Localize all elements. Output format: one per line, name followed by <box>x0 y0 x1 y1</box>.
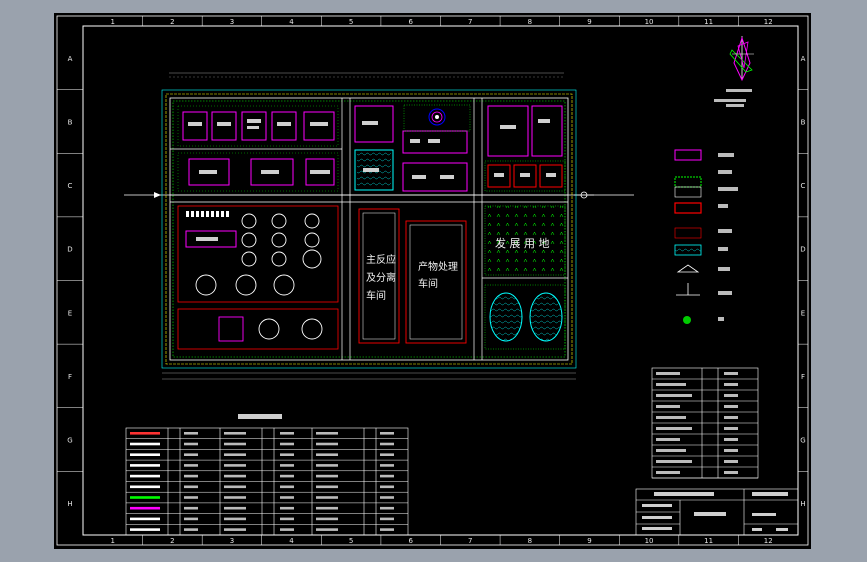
grid-col-top-3: 3 <box>230 18 234 26</box>
reactor-building-label-1: 主反应 <box>366 253 396 266</box>
grid-column-labels-top: 1 2 3 4 5 6 7 8 9 10 11 12 <box>111 16 773 26</box>
inner-border <box>82 25 799 536</box>
building-list-rows <box>126 432 408 531</box>
site-plan-drawing: 1 2 3 4 5 6 7 8 9 10 11 12 1 2 3 4 5 6 7 8 9 10 11 12 ABCDEFGH… <box>56 15 809 546</box>
grid-row-right-A: A <box>801 55 806 63</box>
building-list-title <box>238 414 282 419</box>
grid-row-right-B: B <box>801 118 806 126</box>
grid-col-top-6: 6 <box>408 18 413 26</box>
grid-col-bottom-8: 8 <box>528 537 532 545</box>
tree-icon <box>683 316 691 324</box>
grid-column-labels-bottom: 1 2 3 4 5 6 7 8 9 10 11 12 <box>111 535 773 545</box>
development-land-label: 发 展 用 地 <box>495 236 550 250</box>
grid-row-left-F: F <box>68 373 72 381</box>
pond-right <box>529 292 563 342</box>
grid-col-bottom-2: 2 <box>170 537 174 545</box>
entrance-icon <box>676 264 700 273</box>
grid-row-right-G: G <box>800 437 805 445</box>
compass-icon <box>729 36 754 82</box>
grid-row-labels-right: A B C D E F G H <box>798 55 808 508</box>
grid-row-left-E: E <box>68 309 72 317</box>
grid-col-top-11: 11 <box>704 18 713 26</box>
index-table-rows <box>652 372 758 479</box>
grid-col-top-4: 4 <box>289 18 294 26</box>
grid-col-bottom-5: 5 <box>349 537 353 545</box>
grid-row-left-C: C <box>68 182 73 190</box>
grid-row-right-F: F <box>801 373 805 381</box>
grid-row-left-D: D <box>67 246 72 254</box>
product-building-label-1: 产物处理 <box>418 260 458 273</box>
grid-row-labels-left: A B C D E F G H <box>57 55 83 508</box>
grid-row-left-B: B <box>68 118 73 126</box>
grid-row-right-C: C <box>801 182 806 190</box>
grid-col-bottom-3: 3 <box>230 537 234 545</box>
grid-row-left-A: A <box>68 55 73 63</box>
grid-col-bottom-6: 6 <box>408 537 413 545</box>
reactor-building-label-2: 及分离 <box>366 271 396 284</box>
fountain-garden <box>403 104 471 132</box>
grid-col-bottom-4: 4 <box>289 537 294 545</box>
grid-col-bottom-9: 9 <box>587 537 591 545</box>
grid-row-right-D: D <box>800 246 805 254</box>
grid-col-top-9: 9 <box>587 18 591 26</box>
tanks-lower <box>218 316 323 342</box>
tanks-upper <box>195 213 322 296</box>
grid-col-top-10: 10 <box>645 18 654 26</box>
grid-col-bottom-11: 11 <box>704 537 713 545</box>
grid-col-bottom-1: 1 <box>111 537 115 545</box>
grid-col-top-7: 7 <box>468 18 472 26</box>
grid-col-bottom-10: 10 <box>645 537 654 545</box>
legend <box>674 149 738 324</box>
grid-col-top-12: 12 <box>764 18 773 26</box>
grid-col-bottom-7: 7 <box>468 537 472 545</box>
grid-row-left-H: H <box>67 500 72 508</box>
grid-row-left-G: G <box>67 437 72 445</box>
grid-col-bottom-12: 12 <box>764 537 773 545</box>
grid-col-top-8: 8 <box>528 18 532 26</box>
cad-viewport[interactable]: 1 2 3 4 5 6 7 8 9 10 11 12 1 2 3 4 5 6 7 8 9 10 11 12 ABCDEFGH… <box>54 13 811 549</box>
grid-row-right-E: E <box>801 309 805 317</box>
product-building-label-2: 车间 <box>418 277 438 290</box>
grid-col-top-2: 2 <box>170 18 174 26</box>
tank-farm-boundary <box>177 205 339 303</box>
reactor-building-label-3: 车间 <box>366 289 386 302</box>
pond-left <box>489 292 523 342</box>
grid-col-top-1: 1 <box>111 18 115 26</box>
grid-row-right-H: H <box>800 500 805 508</box>
grid-col-top-5: 5 <box>349 18 353 26</box>
